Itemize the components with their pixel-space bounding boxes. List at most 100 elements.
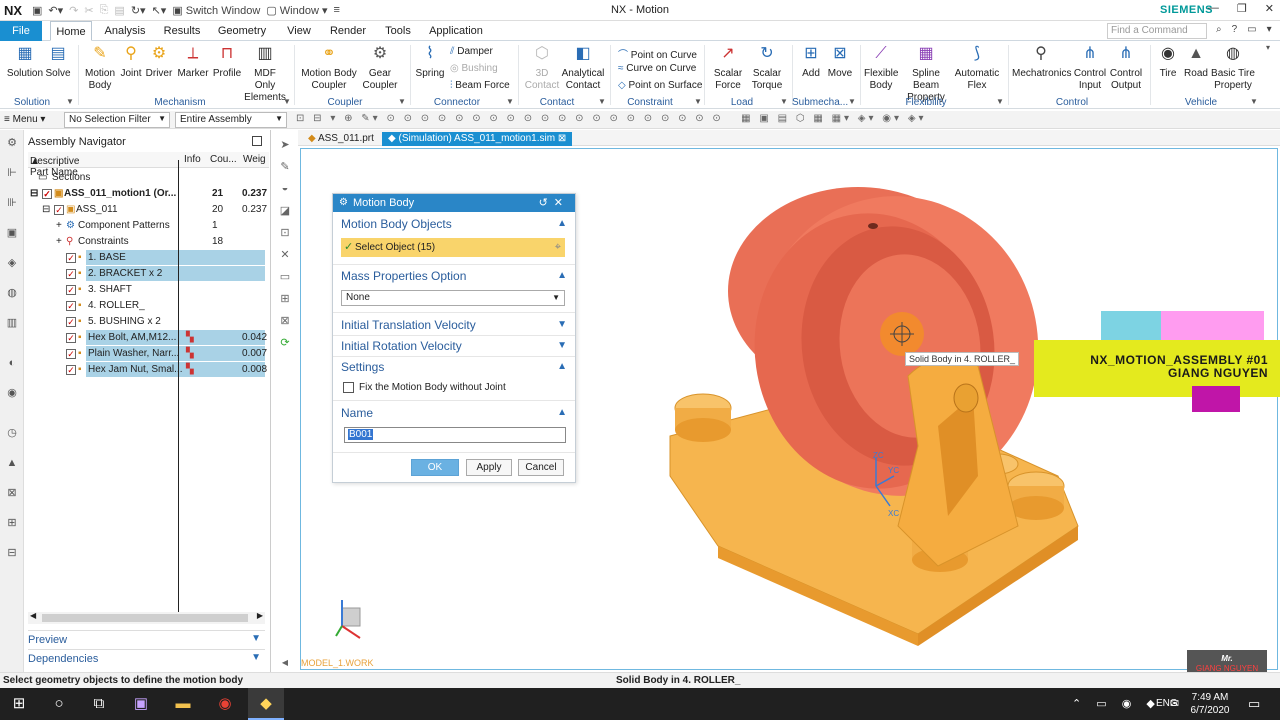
command-search-input[interactable]: Find a Command <box>1107 23 1207 39</box>
automatic-flex-button[interactable]: ⟆ Automatic Flex <box>954 43 1000 92</box>
control-input-button[interactable]: ⋔ Control Input <box>1072 43 1108 92</box>
scalar-force-button[interactable]: ↗ Scalar Force <box>708 43 748 92</box>
tab-render[interactable]: Render <box>326 21 370 41</box>
section-motion-body-objects[interactable]: Motion Body Objects ▲ <box>333 214 575 234</box>
close-tab-icon[interactable]: ⊠ <box>558 133 566 144</box>
table-row[interactable]: + ⚲ Constraints 18 <box>28 234 265 250</box>
selection-filter-dropdown[interactable]: No Selection Filter ▼ <box>64 112 170 128</box>
switch-window-button[interactable]: ▣ Switch Window <box>172 4 260 17</box>
dependencies-panel-header[interactable]: Dependencies ▼ <box>28 649 265 667</box>
ribbon-options-icon[interactable]: ▾ <box>1266 43 1270 52</box>
table-row[interactable]: ✓ ▪ 4. ROLLER_ <box>28 298 265 314</box>
windows-start-icon[interactable]: ⊞ <box>8 694 30 714</box>
scroll-right-icon[interactable]: ▶ <box>257 611 263 620</box>
chrome-icon[interactable]: ◉ <box>214 694 236 714</box>
gear-icon[interactable]: ⚙ <box>339 194 348 212</box>
scalar-torque-button[interactable]: ↻ Scalar Torque <box>748 43 786 92</box>
delete-icon[interactable]: ✕ <box>278 248 292 262</box>
analytical-contact-button[interactable]: ◧ Analytical Contact <box>560 43 606 92</box>
motion-navigator-icon[interactable]: ◈ <box>5 256 19 270</box>
name-input[interactable]: B001 <box>344 427 566 443</box>
tab-ass-011-prt[interactable]: ◆ ASS_011.prt <box>302 132 380 146</box>
table-row[interactable]: + ⚙ Component Patterns 1 <box>28 218 265 234</box>
group-constraint-expand-icon[interactable]: ▼ <box>694 97 702 106</box>
assembly-navigator-icon[interactable]: ▣ <box>5 226 19 240</box>
solution-button[interactable]: ▦ Solution <box>6 43 44 80</box>
history-icon[interactable]: ▥ <box>5 316 19 330</box>
search-icon[interactable]: ⌕ <box>1216 24 1222 35</box>
maximize-icon[interactable] <box>252 136 262 146</box>
app-icon[interactable]: ▣ <box>130 694 152 714</box>
touch-mode-icon[interactable]: ↖▾ <box>152 4 167 17</box>
checkbox[interactable]: ✓ <box>66 285 76 295</box>
minimize-icon[interactable]: — <box>1208 2 1219 15</box>
column-header-weight[interactable]: Weig <box>243 154 266 165</box>
task-view-icon[interactable]: ⧉ <box>88 694 110 714</box>
expand-icon[interactable]: + <box>56 236 62 247</box>
frame-icon[interactable]: ▭ <box>278 270 292 284</box>
checkbox[interactable]: ✓ <box>66 301 76 311</box>
3d-contact-button[interactable]: ⬡ 3D Contact <box>522 43 562 92</box>
animate-icon[interactable]: ⟳ <box>278 336 292 350</box>
repeat-command-icon[interactable]: ↻▾ <box>131 4 146 17</box>
checkbox[interactable]: ✓ <box>66 253 76 263</box>
table-row[interactable]: ⊟ ✓ ▣ ASS_011 20 0.237 <box>28 202 267 218</box>
checkbox[interactable]: ✓ <box>66 317 76 327</box>
group-submechanism-expand-icon[interactable]: ▼ <box>848 97 856 106</box>
expand-icon[interactable]: + <box>56 220 62 231</box>
bushing-button[interactable]: ◎ Bushing <box>450 63 498 74</box>
motion-body-coupler-button[interactable]: ⚭ Motion Body Coupler <box>300 43 358 92</box>
spring-button[interactable]: ⌇ Spring <box>414 43 446 80</box>
add-submechanism-button[interactable]: ⊞ Add <box>798 43 824 80</box>
tab-analysis[interactable]: Analysis <box>100 21 150 41</box>
menu-button[interactable]: ≡ Menu ▾ <box>4 114 45 125</box>
collapse-left-icon[interactable]: ◀ <box>278 658 292 672</box>
selection-tools-icons[interactable]: ⊡ ⊟ ▾ ⊕ ✎▾ ⊙ ⊙ ⊙ ⊙ ⊙ ⊙ ⊙ ⊙ ⊙ ⊙ ⊙ ⊙ ⊙ ⊙ ⊙… <box>296 113 927 124</box>
restore-icon[interactable]: ❐ <box>1237 2 1247 15</box>
file-explorer-icon[interactable]: ▬ <box>172 694 194 714</box>
motion-body-button[interactable]: ✎ Motion Body <box>82 43 118 92</box>
flexible-body-button[interactable]: ⟋ Flexible Body <box>864 43 898 92</box>
driver-button[interactable]: ⚙ Driver <box>144 43 174 80</box>
customize-icon[interactable]: ≡ <box>334 4 340 16</box>
clock[interactable]: 7:49 AM 6/7/2020 <box>1186 691 1234 717</box>
table-row[interactable]: ⊟ ✓ ▣ ASS_011_motion1 (Or... 21 0.237 <box>28 186 267 202</box>
mdf-only-elements-button[interactable]: ▥ MDF Only Elements <box>243 43 287 104</box>
dialog-title-bar[interactable]: ⚙ Motion Body ↺✕ <box>333 194 575 212</box>
profile-button[interactable]: ⊓ Profile <box>211 43 243 80</box>
checkbox[interactable]: ✓ <box>42 189 52 199</box>
tire-button[interactable]: ◉ Tire <box>1154 43 1182 80</box>
ok-button[interactable]: OK <box>411 459 459 476</box>
group-flexibility-expand-icon[interactable]: ▼ <box>996 97 1004 106</box>
roles-icon[interactable]: ⊠ <box>5 486 19 500</box>
spline-beam-property-button[interactable]: ▦ Spline Beam Property <box>900 43 952 104</box>
table-row[interactable]: ✓ ▪ Hex Bolt, AM,M12... ▚ 0.042 <box>28 330 267 346</box>
collapse-icon[interactable]: ⊟ <box>42 204 50 215</box>
search-icon[interactable]: ○ <box>48 694 70 714</box>
section-mass-properties[interactable]: Mass Properties Option ▲ <box>333 266 575 286</box>
reset-icon[interactable]: ↺ <box>539 197 554 209</box>
select-object-field[interactable]: ✓ Select Object (15) ⌖ <box>341 238 565 257</box>
window-menu-button[interactable]: ▢ Window ▾ <box>266 4 327 17</box>
group-solution-expand-icon[interactable]: ▼ <box>66 97 74 106</box>
selection-scope-dropdown[interactable]: Entire Assembly ▼ <box>175 112 287 128</box>
apply-button[interactable]: Apply <box>466 459 512 476</box>
group-connector-expand-icon[interactable]: ▼ <box>506 97 514 106</box>
redo-icon[interactable]: ↷ <box>69 4 78 17</box>
road-button[interactable]: ▲ Road <box>1182 43 1210 80</box>
section-initial-rotation-velocity[interactable]: Initial Rotation Velocity ▼ <box>333 336 575 356</box>
mechatronics-button[interactable]: ⚲ Mechatronics <box>1012 43 1071 80</box>
checkbox[interactable]: ✓ <box>66 333 76 343</box>
move-submechanism-button[interactable]: ⊠ Move <box>826 43 854 80</box>
preview-panel-header[interactable]: Preview ▼ <box>28 630 265 648</box>
part-navigator-icon[interactable]: ⊩ <box>5 166 19 180</box>
tab-home[interactable]: Home <box>50 21 92 41</box>
save-icon[interactable]: ▣ <box>32 4 42 17</box>
table-row[interactable]: ✓ ▪ 5. BUSHING x 2 <box>28 314 265 330</box>
pencil-icon[interactable]: ✎ <box>278 160 292 174</box>
solve-button[interactable]: ▤ Solve <box>44 43 72 80</box>
scrollbar-thumb[interactable] <box>42 614 248 622</box>
basic-tire-property-button[interactable]: ◍ Basic Tire Property <box>1210 43 1256 92</box>
checkbox[interactable]: ✓ <box>66 269 76 279</box>
language-indicator[interactable]: ENG <box>1156 698 1178 709</box>
